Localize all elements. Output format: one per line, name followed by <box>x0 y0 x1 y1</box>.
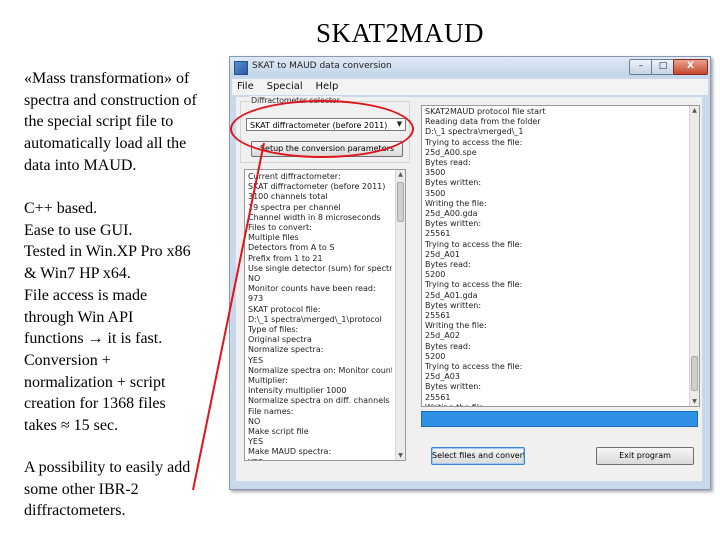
log-line: 973 <box>248 294 264 304</box>
log-scroll-thumb[interactable] <box>397 182 404 222</box>
window-titlebar[interactable]: SKAT to MAUD data conversion – □ X <box>230 57 710 77</box>
log-line: Prefix from 1 to 21 <box>248 253 323 263</box>
maximize-button[interactable]: □ <box>651 59 675 75</box>
log-line: NO <box>248 274 261 284</box>
menu-help[interactable]: Help <box>311 79 344 94</box>
log-line: NO <box>248 416 261 426</box>
select-files-convert-button[interactable]: Select files and convert <box>431 447 525 465</box>
window-title: SKAT to MAUD data conversion <box>252 61 392 71</box>
app-icon <box>234 61 248 75</box>
log-line: Make MAUD spectra: <box>248 447 332 457</box>
description-paragraph-3: A possibility to easily add some other I… <box>24 459 191 520</box>
log-line: Type of files: <box>248 325 299 335</box>
scroll-up-icon[interactable]: ▲ <box>690 106 699 115</box>
status-scroll-thumb[interactable] <box>691 356 698 391</box>
description-paragraph-2: C++ based. Ease to use GUI. Tested in Wi… <box>24 200 191 435</box>
log-line: Normalize spectra on diff. channels <box>248 396 390 406</box>
status-line: Bytes written: <box>425 300 482 310</box>
status-line: Bytes written: <box>425 382 482 392</box>
status-line: D:\_1 spectra\merged\_1 <box>425 127 524 137</box>
log-line: YES <box>248 437 264 447</box>
status-line: 25561 <box>425 229 451 239</box>
log-line: 3100 channels total <box>248 192 328 202</box>
log-line: Monitor counts have been read: <box>248 284 376 294</box>
highlight-ellipse <box>230 100 414 158</box>
log-scrollbar[interactable]: ▲ ▼ <box>395 170 405 460</box>
log-line: Normalize spectra: <box>248 345 324 355</box>
status-line: 25561 <box>425 392 451 402</box>
description-paragraph-1: «Mass transformation» of spectra and con… <box>24 70 197 174</box>
exit-program-button[interactable]: Exit program <box>596 447 694 465</box>
scroll-down-icon[interactable]: ▼ <box>690 397 699 406</box>
conversion-progress-bar <box>421 411 698 427</box>
status-line: Trying to access the file: <box>425 280 523 290</box>
status-line: Trying to access the file: <box>425 239 523 249</box>
log-line: Multiple files <box>248 233 299 243</box>
log-line: D:\_1 spectra\merged\_1\protocol <box>248 314 382 324</box>
status-line: 5200 <box>425 270 446 280</box>
protocol-status-box[interactable]: SKAT2MAUD protocol file start Reading dat… <box>421 105 700 407</box>
status-line: Writing the file: <box>425 198 487 208</box>
status-line: Writing the file: <box>425 403 681 406</box>
log-line: Normalize spectra on: Monitor counts <box>248 365 392 375</box>
log-line: Channel width in 8 microseconds <box>248 212 381 222</box>
scroll-up-icon[interactable]: ▲ <box>396 170 405 179</box>
parameters-log-box[interactable]: Current diffractometer: SKAT diffractome… <box>244 169 406 461</box>
log-line: Make script file <box>248 427 309 437</box>
status-line: 25d_A01.gda <box>425 290 478 300</box>
log-line: Current diffractometer: <box>248 172 341 181</box>
status-line: Trying to access the file: <box>425 137 523 147</box>
status-line: 25d_A02 <box>425 331 460 341</box>
status-line: Reading data from the folder <box>425 117 541 127</box>
status-line: Bytes read: <box>425 341 471 351</box>
log-line: Intensity multiplier 1000 <box>248 386 347 396</box>
slide-title: SKAT2MAUD <box>315 18 485 48</box>
status-line: Bytes read: <box>425 260 471 270</box>
status-line: 3500 <box>425 188 446 198</box>
status-line: 25561 <box>425 311 451 321</box>
status-line: 25d_A00.spe <box>425 147 477 157</box>
status-line: Writing the file: <box>425 321 487 331</box>
status-lines: SKAT2MAUD protocol file start Reading dat… <box>422 106 684 406</box>
menu-file[interactable]: File <box>232 79 259 94</box>
scroll-down-icon[interactable]: ▼ <box>396 451 405 460</box>
status-line: Bytes written: <box>425 219 482 229</box>
minimize-button[interactable]: – <box>629 59 653 75</box>
log-line: SKAT diffractometer (before 2011) <box>248 182 386 192</box>
log-line: Multiplier: <box>248 376 288 386</box>
log-line: YES <box>248 355 264 365</box>
status-line: 3500 <box>425 168 446 178</box>
log-line: Detectors from A to S <box>248 243 335 253</box>
menu-bar: File Special Help <box>232 79 708 95</box>
status-line: 25d_A01 <box>425 249 460 259</box>
log-line: File names: <box>248 406 294 416</box>
status-line: Bytes written: <box>425 178 482 188</box>
status-scrollbar[interactable]: ▲ ▼ <box>689 106 699 406</box>
status-line: 25d_A00.gda <box>425 209 478 219</box>
status-line: 5200 <box>425 351 446 361</box>
status-line: SKAT2MAUD protocol file start <box>425 107 546 116</box>
log-line: Original spectra <box>248 335 312 345</box>
menu-special[interactable]: Special <box>262 79 308 94</box>
status-line: Trying to access the file: <box>425 362 523 372</box>
log-line: Files to convert: <box>248 223 312 233</box>
log-lines: Current diffractometer: SKAT diffractome… <box>245 170 395 460</box>
log-line: Use single detector (sum) for spectra: <box>248 263 392 273</box>
close-button[interactable]: X <box>673 59 708 75</box>
log-line: YES <box>248 458 392 460</box>
status-line: Bytes read: <box>425 158 471 168</box>
status-line: 25d_A03 <box>425 372 460 382</box>
log-line: SKAT protocol file: <box>248 304 321 314</box>
log-line: 19 spectra per channel <box>248 202 341 212</box>
